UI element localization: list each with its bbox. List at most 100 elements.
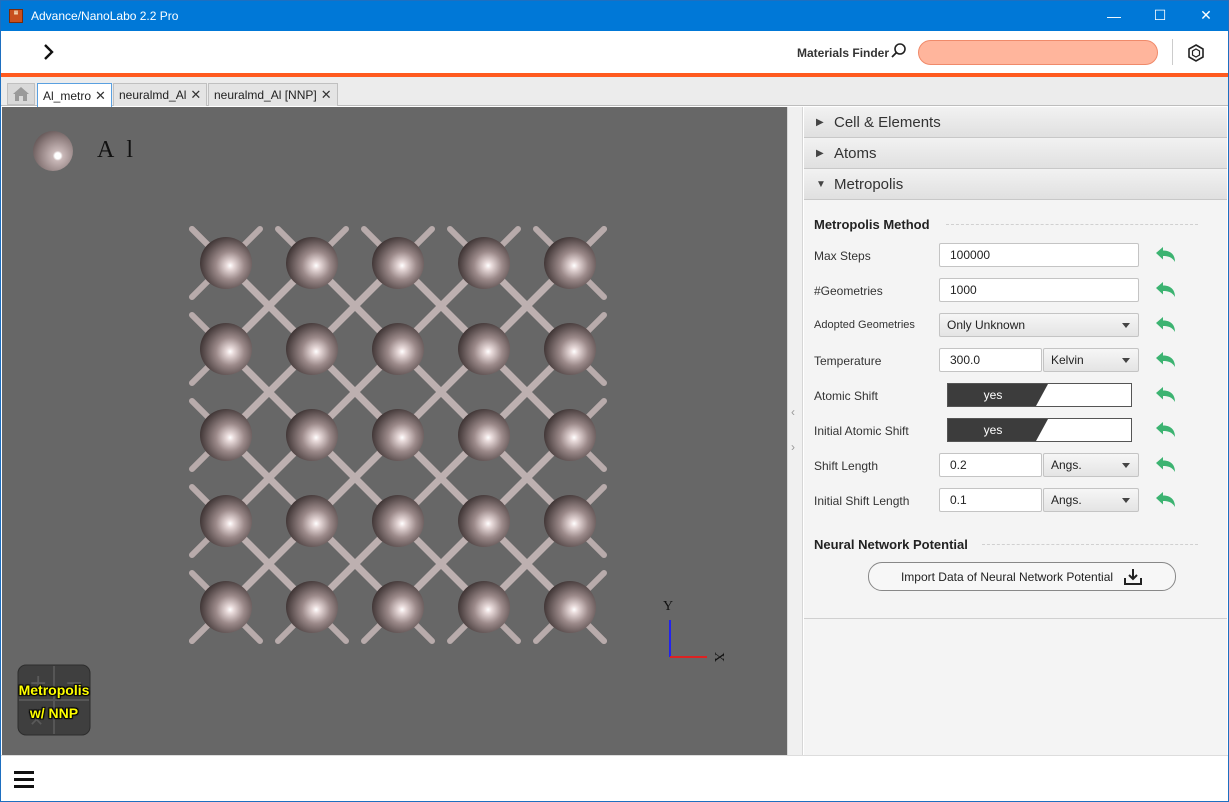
atomic-shift-toggle[interactable]: yes: [947, 383, 1132, 407]
chevron-down-icon: [1122, 323, 1130, 328]
import-nnp-button[interactable]: Import Data of Neural Network Potential: [868, 562, 1176, 591]
section-cell-elements[interactable]: ▶ Cell & Elements: [804, 107, 1227, 138]
tab-close-icon[interactable]: ✕: [321, 87, 332, 103]
shift-length-label: Shift Length: [814, 459, 879, 473]
al-atom: [372, 581, 424, 633]
home-tab[interactable]: [7, 83, 35, 105]
element-legend-label: Al: [97, 137, 145, 163]
hamburger-menu-icon[interactable]: [12, 768, 36, 790]
calculation-mode-overlay[interactable]: + − ✕ Metropolis w/ NNP: [17, 664, 91, 736]
al-atom: [544, 323, 596, 375]
materials-finder-label: Materials Finder: [797, 46, 890, 60]
al-atom: [286, 409, 338, 461]
shift-length-input[interactable]: [939, 453, 1042, 477]
section-label: Metropolis: [834, 175, 904, 193]
chevron-down-icon: [1122, 463, 1130, 468]
al-atom: [372, 409, 424, 461]
tab-bar: Al_metro ✕ neuralmd_Al ✕ neuralmd_Al [NN…: [0, 77, 1229, 107]
section-divider: [946, 224, 1198, 225]
structure-settings-button[interactable]: [1183, 40, 1209, 66]
minimize-button[interactable]: —: [1091, 0, 1137, 31]
collapse-right-icon[interactable]: ›: [791, 440, 795, 454]
toggle-text: yes: [983, 388, 1003, 402]
initial-atomic-shift-label: Initial Atomic Shift: [814, 424, 909, 438]
al-atom: [200, 237, 252, 289]
reset-arrow-icon[interactable]: [1155, 246, 1177, 264]
select-value: Kelvin: [1051, 353, 1084, 367]
metropolis-method-title: Metropolis Method: [814, 217, 930, 232]
expand-sidebar-button[interactable]: [36, 39, 62, 65]
adopted-geometries-select[interactable]: Only Unknown: [939, 313, 1139, 337]
al-atom: [458, 237, 510, 289]
mode-label-line1: Metropolis: [18, 682, 90, 698]
structure-viewer[interactable]: Al Y X + − ✕ Metropolis w/ NNP: [2, 107, 787, 755]
tab-neuralmd-al-nnp[interactable]: neuralmd_Al [NNP] ✕: [208, 83, 338, 106]
toolbar-divider: [1172, 39, 1173, 65]
y-axis-label: Y: [663, 599, 673, 614]
bottom-bar: [0, 755, 1229, 802]
close-button[interactable]: ✕: [1183, 0, 1229, 31]
search-icon[interactable]: [890, 42, 908, 60]
reset-arrow-icon[interactable]: [1155, 491, 1177, 509]
reset-arrow-icon[interactable]: [1155, 386, 1177, 404]
app-logo-icon: ▦: [9, 8, 23, 23]
al-atom: [372, 237, 424, 289]
x-axis-label: X: [711, 652, 726, 662]
initial-shift-length-label: Initial Shift Length: [814, 494, 910, 508]
al-atom: [458, 495, 510, 547]
reset-arrow-icon[interactable]: [1155, 351, 1177, 369]
al-atom: [458, 581, 510, 633]
properties-panel: ▶ Cell & Elements ▶ Atoms ▼ Metropolis M…: [804, 107, 1227, 755]
tab-al-metro[interactable]: Al_metro ✕: [37, 83, 112, 107]
toggle-text: yes: [983, 423, 1003, 437]
chevron-down-icon: [1122, 358, 1130, 363]
temperature-input[interactable]: [939, 348, 1042, 372]
shift-length-unit-select[interactable]: Angs.: [1043, 453, 1139, 477]
reset-arrow-icon[interactable]: [1155, 421, 1177, 439]
al-atom: [544, 581, 596, 633]
section-metropolis[interactable]: ▼ Metropolis: [804, 169, 1227, 200]
collapse-left-icon[interactable]: ‹: [791, 405, 795, 419]
tab-neuralmd-al[interactable]: neuralmd_Al ✕: [113, 83, 208, 106]
geometries-input[interactable]: [939, 278, 1139, 302]
materials-finder-input[interactable]: [918, 40, 1158, 65]
al-atom: [458, 409, 510, 461]
select-value: Angs.: [1051, 458, 1082, 472]
max-steps-input[interactable]: [939, 243, 1139, 267]
maximize-button[interactable]: ☐: [1137, 0, 1183, 31]
temperature-unit-select[interactable]: Kelvin: [1043, 348, 1139, 372]
al-atom: [372, 323, 424, 375]
toolbar: Materials Finder: [0, 31, 1229, 73]
import-button-label: Import Data of Neural Network Potential: [900, 569, 1114, 584]
max-steps-label: Max Steps: [814, 249, 871, 263]
tab-close-icon[interactable]: ✕: [190, 87, 201, 103]
initial-shift-length-unit-select[interactable]: Angs.: [1043, 488, 1139, 512]
window-title: Advance/NanoLabo 2.2 Pro: [31, 8, 179, 23]
section-atoms[interactable]: ▶ Atoms: [804, 138, 1227, 169]
atomic-lattice[interactable]: [188, 225, 608, 645]
adopted-geometries-label: Adopted Geometries: [814, 319, 915, 331]
select-value: Angs.: [1051, 493, 1082, 507]
section-label: Cell & Elements: [834, 113, 941, 131]
collapse-arrow-icon: ▼: [816, 178, 826, 190]
panel-splitter[interactable]: ‹ ›: [787, 107, 803, 755]
select-value: Only Unknown: [947, 318, 1026, 332]
al-atom: [544, 409, 596, 461]
reset-arrow-icon[interactable]: [1155, 456, 1177, 474]
tab-close-icon[interactable]: ✕: [95, 88, 106, 104]
section-divider: [982, 544, 1198, 545]
initial-atomic-shift-toggle[interactable]: yes: [947, 418, 1132, 442]
al-atom: [458, 323, 510, 375]
reset-arrow-icon[interactable]: [1155, 316, 1177, 334]
al-atom: [200, 495, 252, 547]
geometries-label: #Geometries: [814, 284, 883, 298]
al-atom: [200, 323, 252, 375]
initial-shift-length-input[interactable]: [939, 488, 1042, 512]
axis-triad: Y X: [663, 599, 726, 662]
section-label: Atoms: [834, 144, 877, 162]
al-atom: [286, 323, 338, 375]
al-atom: [286, 495, 338, 547]
al-atom: [200, 581, 252, 633]
hexagon-icon: [1188, 44, 1204, 62]
reset-arrow-icon[interactable]: [1155, 281, 1177, 299]
